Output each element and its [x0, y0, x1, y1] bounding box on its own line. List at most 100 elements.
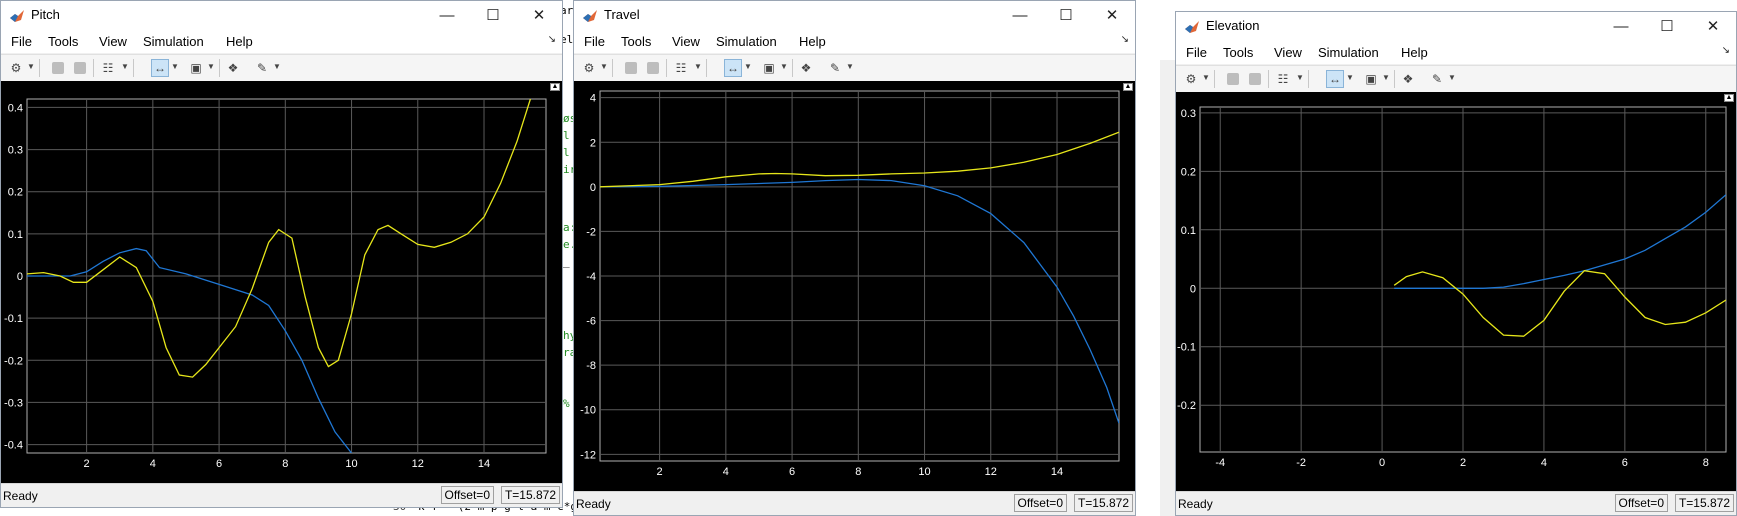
stop-icon[interactable]: [1246, 70, 1264, 88]
scope-window-travel[interactable]: Travel — ☐ ✕ File Tools View Simulation Help…: [573, 0, 1136, 516]
plot-area[interactable]: ▲ -4 -2 0 2 4 6 8 -0.2 -0.1 0 0.1 0.2 0.3: [1176, 92, 1736, 492]
zoom-fit-icon[interactable]: ▣: [1362, 70, 1380, 88]
minimize-button[interactable]: —: [1598, 12, 1644, 42]
restore-icon[interactable]: ❖: [797, 59, 815, 77]
menu-help[interactable]: Help: [226, 34, 253, 49]
menu-help[interactable]: Help: [799, 34, 826, 49]
style-icon[interactable]: ✎: [253, 59, 271, 77]
menu-view[interactable]: View: [99, 34, 127, 49]
x-tick-label: 10: [345, 458, 357, 470]
y-tick-label: -6: [586, 316, 596, 328]
menu-simulation[interactable]: Simulation: [716, 34, 777, 49]
chevron-down-icon[interactable]: ▼: [121, 62, 129, 71]
chevron-down-icon[interactable]: ▼: [1382, 73, 1390, 82]
chevron-down-icon[interactable]: ▼: [207, 62, 215, 71]
menu-tools[interactable]: Tools: [621, 34, 651, 49]
gear-icon[interactable]: ⚙: [1182, 70, 1200, 88]
zoom-fit-icon[interactable]: ▣: [760, 59, 778, 77]
scope-window-pitch[interactable]: Pitch — ☐ ✕ File Tools View Simulation Help …: [0, 0, 563, 508]
style-icon[interactable]: ✎: [826, 59, 844, 77]
chevron-down-icon[interactable]: ▼: [273, 62, 281, 71]
editor-fragment: l: [563, 146, 570, 159]
signal-select-icon[interactable]: ☷: [672, 59, 690, 77]
menu-file[interactable]: File: [11, 34, 32, 49]
gear-icon[interactable]: ⚙: [580, 59, 598, 77]
menu-file[interactable]: File: [584, 34, 605, 49]
restore-icon[interactable]: ❖: [224, 59, 242, 77]
run-icon[interactable]: [49, 59, 67, 77]
menu-simulation[interactable]: Simulation: [143, 34, 204, 49]
y-tick-label: 0.4: [8, 102, 23, 114]
stop-icon[interactable]: [644, 59, 662, 77]
gear-icon[interactable]: ⚙: [7, 59, 25, 77]
plot-area[interactable]: ▲ 2 4 6 8 10 12 14 -12 -10 -8 -6 -4 -2 0 2 4: [574, 81, 1135, 493]
close-button[interactable]: ✕: [1690, 12, 1736, 42]
y-tick-label: -8: [586, 360, 596, 372]
status-text: Ready: [576, 497, 611, 511]
plot-area[interactable]: ▲ 2 4 6 8 10 12 14 -0.4 -0.3 -0.2 -0.1 0 0.1 0.2 0.3 0.4: [1, 81, 562, 485]
chevron-down-icon[interactable]: ▼: [27, 62, 35, 71]
x-tick-label: 12: [985, 466, 997, 478]
chevron-down-icon[interactable]: ▼: [1448, 73, 1456, 82]
chevron-down-icon[interactable]: ▼: [694, 62, 702, 71]
chevron-down-icon[interactable]: ▼: [780, 62, 788, 71]
chevron-down-icon[interactable]: ▼: [1202, 73, 1210, 82]
menu-dock-arrow-icon[interactable]: ↘: [1722, 45, 1730, 56]
editor-fragment: _: [563, 255, 570, 268]
title-bar[interactable]: Pitch — ☐ ✕: [1, 1, 562, 31]
y-tick-label: 0.2: [1181, 166, 1196, 178]
style-icon[interactable]: ✎: [1428, 70, 1446, 88]
menu-view[interactable]: View: [672, 34, 700, 49]
x-tick-label: 4: [150, 458, 156, 470]
chevron-down-icon[interactable]: ▼: [600, 62, 608, 71]
run-icon[interactable]: [1224, 70, 1242, 88]
menu-dock-arrow-icon[interactable]: ↘: [1121, 34, 1129, 45]
title-bar[interactable]: Elevation — ☐ ✕: [1176, 12, 1736, 42]
maximize-button[interactable]: ☐: [470, 1, 516, 31]
menu-dock-arrow-icon[interactable]: ↘: [548, 34, 556, 45]
signal-select-icon[interactable]: ☷: [99, 59, 117, 77]
menu-view[interactable]: View: [1274, 45, 1302, 60]
status-bar: Ready Offset=0 T=15.872: [1, 483, 562, 507]
menu-bar: File Tools View Simulation Help ↘: [574, 31, 1135, 53]
chevron-down-icon[interactable]: ▼: [744, 62, 752, 71]
maximize-button[interactable]: ☐: [1644, 12, 1690, 42]
menu-tools[interactable]: Tools: [1223, 45, 1253, 60]
menu-tools[interactable]: Tools: [48, 34, 78, 49]
close-button[interactable]: ✕: [1089, 1, 1135, 31]
scope-window-elevation[interactable]: Elevation — ☐ ✕ File Tools View Simulation H…: [1175, 11, 1737, 516]
x-tick-label: 4: [723, 466, 729, 478]
signal-select-icon[interactable]: ☷: [1274, 70, 1292, 88]
cursor-icon[interactable]: ↔: [724, 59, 742, 77]
menu-bar: File Tools View Simulation Help ↘: [1176, 42, 1736, 64]
editor-fragment: %: [563, 397, 570, 410]
status-text: Ready: [3, 489, 38, 503]
minimize-button[interactable]: —: [424, 1, 470, 31]
cursor-icon[interactable]: ↔: [1326, 70, 1344, 88]
menu-help[interactable]: Help: [1401, 45, 1428, 60]
time-readout: T=15.872: [1674, 494, 1734, 512]
toolbar: ⚙ ▼ ☷ ▼ ↔ ▼ ▣ ▼ ❖ ✎ ▼: [574, 54, 1135, 82]
window-title: Travel: [604, 7, 640, 22]
run-icon[interactable]: [622, 59, 640, 77]
chevron-down-icon[interactable]: ▼: [846, 62, 854, 71]
chevron-down-icon[interactable]: ▼: [1346, 73, 1354, 82]
y-tick-label: -0.1: [4, 313, 23, 325]
y-tick-label: -10: [580, 405, 596, 417]
close-button[interactable]: ✕: [516, 1, 562, 31]
menu-file[interactable]: File: [1186, 45, 1207, 60]
y-tick-label: 0.2: [8, 187, 23, 199]
cursor-icon[interactable]: ↔: [151, 59, 169, 77]
maximize-button[interactable]: ☐: [1043, 1, 1089, 31]
title-bar[interactable]: Travel — ☐ ✕: [574, 1, 1135, 31]
stop-icon[interactable]: [71, 59, 89, 77]
y-tick-label: -0.3: [4, 397, 23, 409]
minimize-button[interactable]: —: [997, 1, 1043, 31]
zoom-fit-icon[interactable]: ▣: [187, 59, 205, 77]
x-tick-label: 2: [84, 458, 90, 470]
restore-icon[interactable]: ❖: [1399, 70, 1417, 88]
menu-simulation[interactable]: Simulation: [1318, 45, 1379, 60]
y-tick-label: 0: [1190, 283, 1196, 295]
chevron-down-icon[interactable]: ▼: [1296, 73, 1304, 82]
chevron-down-icon[interactable]: ▼: [171, 62, 179, 71]
